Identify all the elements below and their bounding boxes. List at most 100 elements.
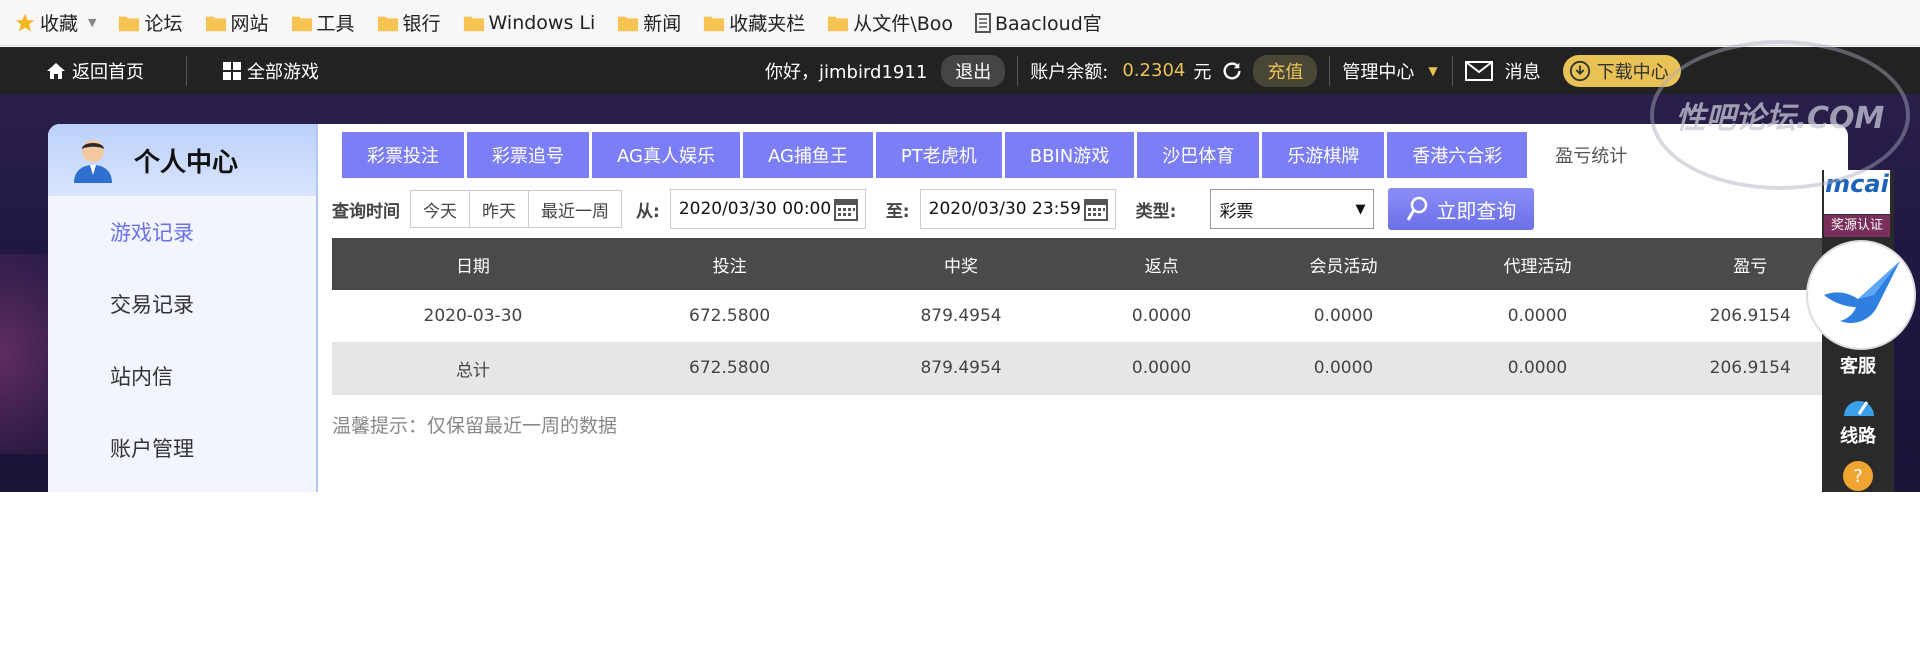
table-cell: 0.0000 [1076, 290, 1247, 343]
sidebar-item-account[interactable]: 账户管理 [48, 412, 316, 484]
customer-service-link[interactable]: 客服 [1822, 352, 1894, 378]
bookmark-folder[interactable]: 网站 [205, 9, 269, 36]
sidebar-title: 个人中心 [134, 147, 239, 178]
table-cell: 206.9154 [1634, 342, 1848, 395]
site-topbar: 返回首页 全部游戏 你好，jimbird1911 退出 账户余额: 0.2304… [0, 47, 1920, 94]
personal-center-panel: 个人中心 游戏记录 交易记录 站内信 账户管理 彩票投注 彩票追号 AG真人娱乐… [48, 124, 1848, 492]
refresh-icon[interactable] [1221, 60, 1243, 82]
user-avatar-icon [72, 137, 114, 183]
table-cell: 0.0000 [1440, 290, 1635, 343]
sidebar-header: 个人中心 [48, 124, 316, 196]
star-icon [14, 12, 36, 34]
tab-profit-stats[interactable]: 盈亏统计 [1530, 132, 1653, 178]
table-cell: 672.5800 [613, 290, 846, 343]
table-cell: 0.0000 [1246, 290, 1441, 343]
type-select[interactable]: 彩票 ▼ [1210, 189, 1375, 229]
table-cell: 总计 [332, 342, 614, 395]
tab-ag-live[interactable]: AG真人娱乐 [592, 132, 740, 178]
bird-logo-icon[interactable] [1806, 240, 1916, 350]
yesterday-button[interactable]: 昨天 [470, 191, 529, 227]
bookmark-page[interactable]: Baacloud官 [974, 9, 1102, 36]
tab-sports[interactable]: 沙巴体育 [1137, 132, 1260, 178]
recharge-button[interactable]: 充值 [1253, 54, 1318, 87]
mail-icon [1464, 60, 1493, 81]
tab-bar: 彩票投注 彩票追号 AG真人娱乐 AG捕鱼王 PT老虎机 BBIN游戏 沙巴体育… [342, 132, 1655, 178]
from-label: 从: [636, 201, 660, 222]
table-total-row: 总计 672.5800 879.4954 0.0000 0.0000 0.000… [332, 342, 1848, 395]
bookmark-folder[interactable]: 工具 [291, 9, 355, 36]
speedometer-icon[interactable] [1842, 390, 1876, 424]
today-button[interactable]: 今天 [411, 191, 470, 227]
folder-icon [703, 13, 725, 33]
divider [1451, 55, 1453, 86]
column-header: 代理活动 [1440, 238, 1635, 290]
bookmark-folder[interactable]: 新闻 [617, 9, 681, 36]
logout-button[interactable]: 退出 [941, 54, 1006, 87]
sidebar-item-transactions[interactable]: 交易记录 [48, 268, 316, 340]
home-link[interactable]: 返回首页 [46, 58, 144, 84]
folder-icon [617, 13, 639, 33]
tab-hk-lottery[interactable]: 香港六合彩 [1387, 132, 1528, 178]
sidebar-item-game-records[interactable]: 游戏记录 [48, 196, 316, 268]
folder-icon [827, 13, 849, 33]
cert-badge[interactable]: 奖源认证 [1824, 215, 1890, 237]
to-date-input[interactable]: 2020/03/30 23:59 [919, 189, 1116, 229]
column-header: 中奖 [845, 238, 1077, 290]
divider [1017, 55, 1019, 86]
bookmark-folder[interactable]: 从文件\Boo [827, 9, 953, 36]
main-content: 彩票投注 彩票追号 AG真人娱乐 AG捕鱼王 PT老虎机 BBIN游戏 沙巴体育… [318, 124, 1848, 492]
table-header-row: 日期 投注 中奖 返点 会员活动 代理活动 盈亏 [332, 238, 1848, 290]
column-header: 返点 [1076, 238, 1247, 290]
query-time-label: 查询时间 [332, 201, 400, 222]
tab-chess[interactable]: 乐游棋牌 [1262, 132, 1385, 178]
tab-pt-slots[interactable]: PT老虎机 [875, 132, 1002, 178]
table-cell: 879.4954 [845, 290, 1077, 343]
route-link[interactable]: 线路 [1822, 422, 1894, 448]
bookmark-folder[interactable]: Windows Li [463, 12, 595, 34]
svg-text:?: ? [1853, 466, 1863, 487]
search-button[interactable]: 立即查询 [1388, 188, 1535, 230]
type-label: 类型: [1135, 201, 1177, 222]
column-header: 日期 [332, 238, 614, 290]
dropdown-arrow-icon: ▼ [1355, 201, 1366, 217]
from-date-input[interactable]: 2020/03/30 00:00 [669, 189, 866, 229]
divider [1329, 55, 1331, 86]
all-games-link[interactable]: 全部游戏 [223, 58, 319, 84]
calendar-icon[interactable] [1083, 196, 1109, 222]
messages-link[interactable]: 消息 [1464, 58, 1541, 84]
search-icon [1406, 196, 1428, 222]
table-cell: 0.0000 [1076, 342, 1247, 395]
tab-ag-fishing[interactable]: AG捕鱼王 [742, 132, 873, 178]
admin-menu[interactable]: 管理中心 ▼ [1342, 58, 1437, 84]
date-range-segment: 今天 昨天 最近一周 [410, 190, 622, 228]
folder-icon [118, 13, 140, 33]
chevron-down-icon: ▼ [1428, 63, 1438, 78]
table-cell: 879.4954 [845, 342, 1077, 395]
folder-icon [205, 13, 227, 33]
column-header: 会员活动 [1246, 238, 1441, 290]
folder-icon [463, 13, 485, 33]
bookmark-favorites[interactable]: 收藏 ▼ [14, 9, 96, 36]
bookmark-folder[interactable]: 论坛 [118, 9, 183, 36]
tab-lottery-chase[interactable]: 彩票追号 [467, 132, 589, 178]
sidebar-item-inbox[interactable]: 站内信 [48, 340, 316, 412]
tab-lottery-bets[interactable]: 彩票投注 [342, 132, 464, 178]
divider [186, 55, 187, 86]
query-bar: 查询时间 今天 昨天 最近一周 从: 2020/03/30 00:00 至: 2… [332, 188, 1535, 230]
help-icon[interactable]: ? [1842, 460, 1874, 496]
last-week-button[interactable]: 最近一周 [529, 191, 621, 227]
greeting: 你好，jimbird1911 [765, 61, 928, 83]
table-cell: 2020-03-30 [332, 290, 614, 343]
home-icon [46, 62, 66, 80]
folder-icon [377, 13, 399, 33]
page-icon [974, 12, 991, 33]
grid-icon [223, 61, 241, 80]
bookmark-folder[interactable]: 收藏夹栏 [703, 9, 805, 36]
table-cell: 0.0000 [1440, 342, 1635, 395]
retention-tip: 温馨提示：仅保留最近一周的数据 [332, 415, 618, 437]
balance-value: 0.2304 [1122, 60, 1186, 81]
table-cell: 0.0000 [1246, 342, 1441, 395]
tab-bbin[interactable]: BBIN游戏 [1004, 132, 1135, 178]
bookmark-folder[interactable]: 银行 [377, 9, 441, 36]
calendar-icon[interactable] [833, 196, 859, 222]
